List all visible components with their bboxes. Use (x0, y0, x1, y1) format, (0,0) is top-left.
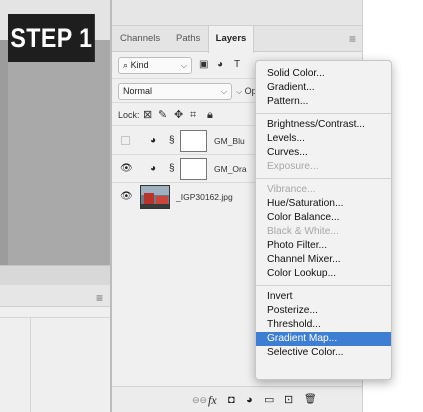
image-layer-thumbnail[interactable] (140, 185, 170, 209)
filter-kind-value: Kind (130, 60, 149, 70)
blend-mode-select[interactable]: Normal ⌵ (118, 83, 232, 100)
link-layers-icon[interactable]: ⊖⊖ (192, 387, 207, 412)
tab-layers[interactable]: Layers (208, 26, 254, 53)
step-badge: STEP 1 (8, 14, 95, 62)
menu-item-gradient[interactable]: Gradient... (256, 81, 391, 95)
chain-link-icon[interactable]: § (169, 155, 175, 183)
layers-panel-footer: ⊖⊖ fx ◘ ◕ ▭ ⊡ 🗑 (112, 386, 362, 412)
layer-name[interactable]: _IGP30162.jpg (176, 183, 233, 211)
panel-top-bar (112, 0, 362, 26)
menu-item-threshold[interactable]: Threshold... (256, 318, 391, 332)
add-mask-icon[interactable]: ◘ (228, 387, 235, 412)
secondary-panel (0, 285, 110, 412)
image-filter-icon[interactable]: ▣ (199, 59, 208, 70)
menu-item-invert[interactable]: Invert (256, 290, 391, 304)
chevron-down-icon: ⌵ (236, 87, 243, 96)
chevron-down-icon: ⌵ (220, 87, 227, 96)
menu-item-curves[interactable]: Curves... (256, 146, 391, 160)
filter-kind-select[interactable]: ⌕ Kind ⌵ (118, 57, 192, 74)
tab-paths[interactable]: Paths (176, 26, 200, 52)
menu-item-channel-mixer[interactable]: Channel Mixer... (256, 253, 391, 267)
new-layer-icon[interactable]: ⊡ (284, 387, 293, 412)
chain-link-icon[interactable]: § (169, 127, 175, 155)
menu-item-exposure: Exposure... (267, 161, 319, 172)
type-filter-icon[interactable]: T (234, 59, 240, 70)
layer-name[interactable]: GM_Ora (214, 155, 247, 183)
layer-mask-thumbnail[interactable] (180, 130, 207, 152)
menu-item-photo-filter[interactable]: Photo Filter... (256, 239, 391, 253)
lock-label: Lock: (118, 110, 140, 120)
lock-all-icon[interactable]: 🔒︎ (207, 103, 213, 127)
menu-item-vibrance: Vibrance... (267, 184, 316, 195)
lock-transparent-icon[interactable]: ⊠ (143, 103, 152, 127)
blend-mode-value: Normal (123, 86, 153, 96)
secondary-panel-column-divider (30, 318, 31, 412)
lock-move-icon[interactable]: ✥ (174, 103, 183, 127)
menu-item-solid-color[interactable]: Solid Color... (256, 67, 391, 81)
visibility-off-icon[interactable] (121, 136, 130, 145)
menu-separator (256, 285, 391, 286)
menu-item-color-balance[interactable]: Color Balance... (256, 211, 391, 225)
trash-icon[interactable]: 🗑 (304, 387, 317, 412)
menu-separator (256, 113, 391, 114)
adjustment-layer-menu: Solid Color... Gradient... Pattern... Br… (255, 60, 392, 380)
new-group-icon[interactable]: ▭ (264, 387, 274, 412)
menu-item-brightness-contrast[interactable]: Brightness/Contrast... (256, 118, 391, 132)
fx-icon[interactable]: fx (208, 387, 217, 412)
eye-icon[interactable]: 👁︎ (120, 155, 133, 183)
layer-name[interactable]: GM_Blu (214, 127, 245, 155)
eye-icon[interactable]: 👁︎ (120, 183, 133, 211)
adjustment-layer-icon: ◕ (150, 163, 157, 174)
adjustment-layer-icon[interactable]: ◕ (246, 387, 253, 412)
menu-item-black-white: Black & White... (267, 226, 339, 237)
menu-item-posterize[interactable]: Posterize... (256, 304, 391, 318)
menu-separator (256, 178, 391, 179)
lock-paint-icon[interactable]: ✎ (158, 103, 167, 127)
menu-item-pattern[interactable]: Pattern... (256, 95, 391, 109)
adjustment-filter-icon[interactable]: ◕ (217, 59, 223, 70)
menu-item-color-lookup[interactable]: Color Lookup... (256, 267, 391, 281)
adjustment-layer-icon: ◕ (150, 135, 157, 146)
secondary-panel-divider (0, 317, 110, 318)
panel-tabs: Channels Paths Layers ≡ (112, 26, 362, 53)
layer-mask-thumbnail[interactable] (180, 158, 207, 180)
secondary-panel-header (0, 285, 110, 307)
secondary-panel-menu-icon[interactable]: ≡ (96, 291, 103, 305)
menu-item-selective-color[interactable]: Selective Color... (256, 346, 391, 360)
menu-item-hue-saturation[interactable]: Hue/Saturation... (256, 197, 391, 211)
tab-channels[interactable]: Channels (120, 26, 160, 52)
document-canvas[interactable] (0, 40, 110, 265)
menu-item-levels[interactable]: Levels... (256, 132, 391, 146)
search-icon: ⌕ (123, 60, 129, 70)
chevron-down-icon: ⌵ (180, 61, 187, 70)
menu-item-gradient-map[interactable]: Gradient Map... (256, 332, 391, 346)
document-status-bar (0, 265, 110, 285)
lock-artboard-icon[interactable]: ⌗ (190, 103, 196, 127)
panel-menu-icon[interactable]: ≡ (349, 26, 356, 52)
